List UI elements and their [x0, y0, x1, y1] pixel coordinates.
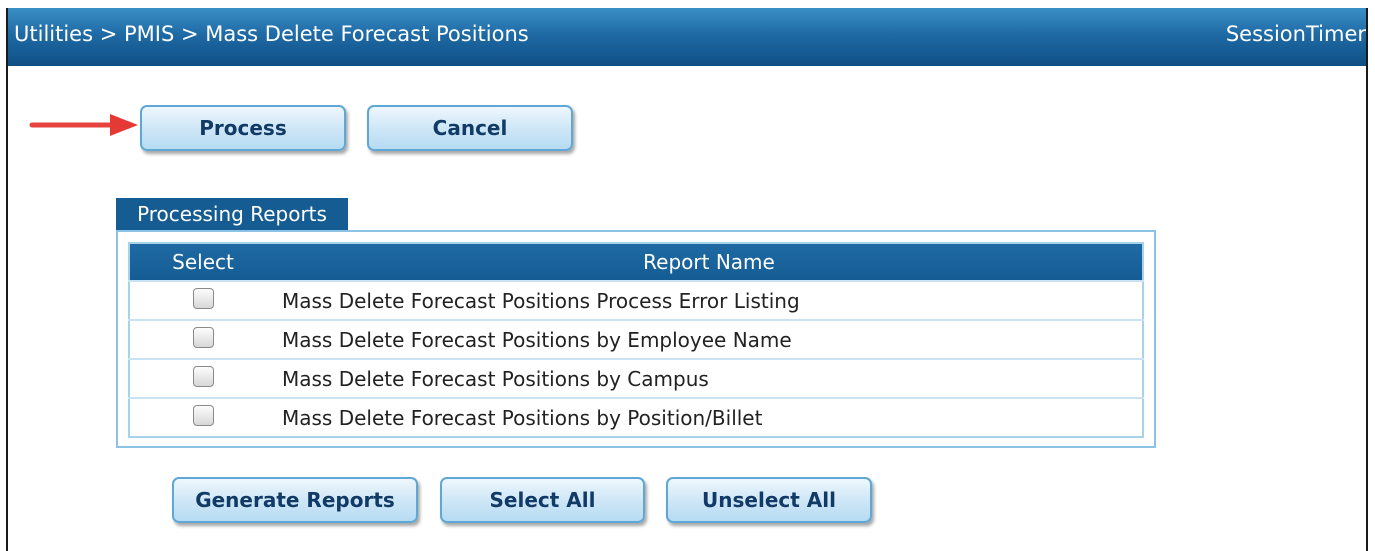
table-header-row: Select Report Name	[129, 243, 1143, 281]
select-all-button[interactable]: Select All	[440, 477, 645, 523]
title-bar: Utilities > PMIS > Mass Delete Forecast …	[8, 8, 1366, 66]
report-name: Mass Delete Forecast Positions Process E…	[276, 280, 1143, 320]
select-checkbox[interactable]	[192, 326, 214, 348]
table-row: Mass Delete Forecast Positions Process E…	[129, 280, 1143, 320]
select-checkbox[interactable]	[192, 287, 214, 309]
reports-table: Select Report Name Mass Delete Forecast …	[128, 242, 1144, 438]
processing-reports-tab: Processing Reports	[116, 198, 348, 230]
table-row: Mass Delete Forecast Positions by Positi…	[129, 397, 1143, 437]
select-checkbox[interactable]	[192, 404, 214, 426]
column-header-report-name: Report Name	[276, 243, 1143, 281]
report-name: Mass Delete Forecast Positions by Campus	[276, 358, 1143, 398]
report-name: Mass Delete Forecast Positions by Positi…	[276, 397, 1143, 437]
process-button[interactable]: Process	[140, 105, 346, 151]
processing-reports-panel: Select Report Name Mass Delete Forecast …	[116, 230, 1156, 448]
session-timer: SessionTimer	[1225, 22, 1366, 46]
column-header-select: Select	[129, 243, 276, 281]
table-row: Mass Delete Forecast Positions by Campus	[129, 358, 1143, 398]
cancel-button[interactable]: Cancel	[367, 105, 573, 151]
unselect-all-button[interactable]: Unselect All	[666, 477, 872, 523]
pointer-arrow-icon	[29, 114, 138, 136]
report-name: Mass Delete Forecast Positions by Employ…	[276, 319, 1143, 359]
breadcrumb: Utilities > PMIS > Mass Delete Forecast …	[14, 22, 529, 46]
table-row: Mass Delete Forecast Positions by Employ…	[129, 319, 1143, 359]
select-checkbox[interactable]	[192, 365, 214, 387]
generate-reports-button[interactable]: Generate Reports	[172, 477, 418, 523]
